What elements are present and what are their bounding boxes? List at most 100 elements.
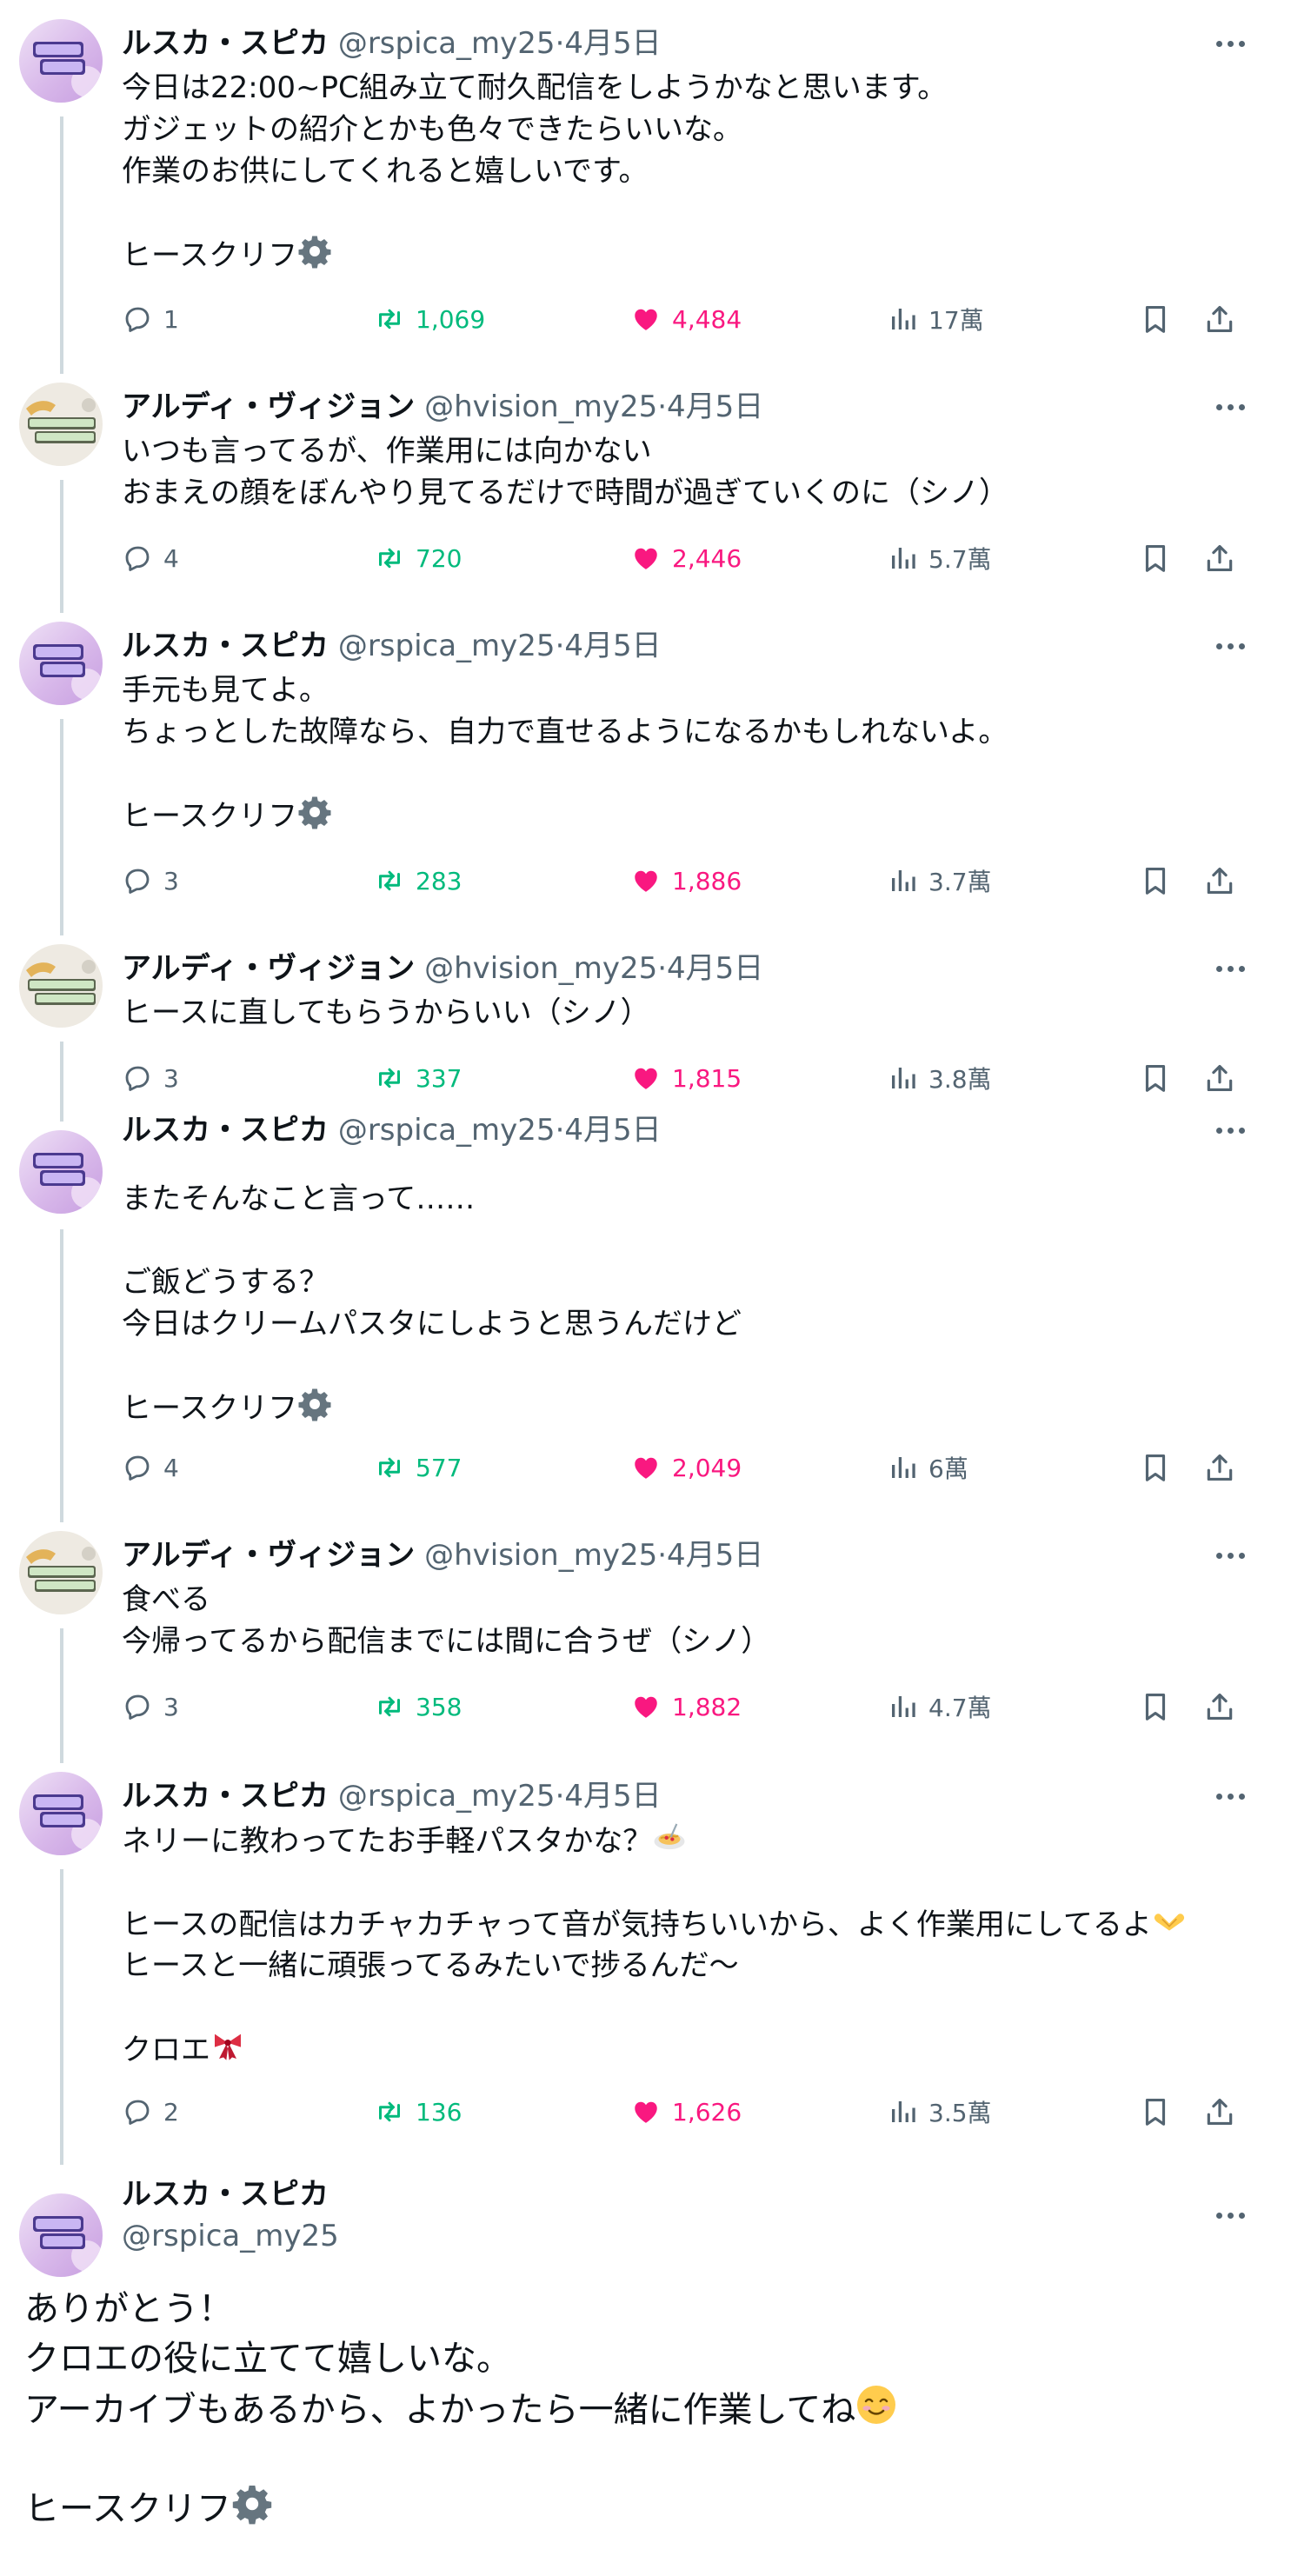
retweet-button[interactable]: 577 (374, 1447, 462, 1488)
views-button[interactable]: 6萬 (887, 1447, 968, 1488)
share-button[interactable] (1203, 298, 1236, 340)
bookmark-button[interactable] (1139, 537, 1172, 579)
reply-button[interactable]: 4 (122, 537, 179, 579)
avatar[interactable] (19, 1772, 103, 1855)
views-button[interactable]: 3.5萬 (887, 2091, 992, 2133)
reply-bubble-icon (122, 865, 153, 896)
retweet-button[interactable]: 283 (374, 860, 462, 902)
like-button[interactable]: 1,882 (630, 1686, 742, 1727)
more-dots-icon[interactable] (1209, 948, 1251, 989)
heart-icon (630, 1062, 662, 1094)
reply-button[interactable]: 1 (122, 298, 179, 340)
user-handle[interactable]: @rspica_my25 (338, 629, 556, 663)
more-dots-icon[interactable] (1209, 1534, 1251, 1576)
bookmark-icon (1139, 1451, 1172, 1484)
post-text-line: ガジェットの紹介とかも色々できたらいいな。 (122, 109, 1252, 150)
like-button[interactable]: 1,886 (630, 860, 742, 902)
views-button[interactable]: 4.7萬 (887, 1686, 992, 1727)
display-name[interactable]: アルディ・ヴィジョン (122, 389, 415, 424)
user-handle[interactable]: @rspica_my25 (338, 1113, 556, 1148)
bookmark-button[interactable] (1139, 1686, 1172, 1727)
bookmark-button[interactable] (1139, 1057, 1172, 1099)
post-date[interactable]: 4月5日 (564, 629, 661, 663)
user-handle[interactable]: @rspica_my25 (338, 26, 556, 61)
views-bar-icon (887, 2096, 918, 2127)
views-button[interactable]: 5.7萬 (887, 537, 992, 579)
reply-button[interactable]: 3 (122, 860, 179, 902)
retweet-count: 577 (416, 1453, 462, 1482)
reply-button[interactable]: 4 (122, 1447, 179, 1488)
retweet-button[interactable]: 1,069 (374, 298, 485, 340)
reply-count: 2 (163, 2097, 179, 2127)
post-date[interactable]: 4月5日 (667, 1538, 763, 1573)
post-text: 今日は22:00~PC組み立て耐久配信をしようかなと思います。 ガジェットの紹介と… (122, 67, 1252, 276)
reply-button[interactable]: 3 (122, 1057, 179, 1099)
post-date[interactable]: 4月5日 (667, 951, 763, 986)
views-button[interactable]: 3.7萬 (887, 860, 992, 902)
share-button[interactable] (1203, 537, 1236, 579)
bookmark-button[interactable] (1139, 860, 1172, 902)
user-handle[interactable]: @rspica_my25 (122, 2215, 339, 2257)
post-date[interactable]: 4月5日 (564, 1113, 661, 1148)
views-count: 3.8萬 (928, 1065, 992, 1094)
avatar[interactable] (19, 19, 103, 103)
smiling-face-emoji (855, 2384, 897, 2440)
reply-button[interactable]: 3 (122, 1686, 179, 1727)
reply-button[interactable]: 2 (122, 2091, 179, 2133)
avatar[interactable] (19, 2193, 103, 2277)
more-dots-icon[interactable] (1209, 1775, 1251, 1817)
display-name[interactable]: ルスカ・スピカ (122, 2173, 329, 2215)
display-name[interactable]: ルスカ・スピカ (122, 1113, 329, 1148)
views-button[interactable]: 17萬 (887, 298, 984, 340)
bookmark-button[interactable] (1139, 2091, 1172, 2133)
retweet-button[interactable]: 136 (374, 2091, 462, 2133)
more-dots-icon[interactable] (1209, 23, 1251, 64)
like-button[interactable]: 2,446 (630, 537, 742, 579)
share-button[interactable] (1203, 1447, 1236, 1488)
share-button[interactable] (1203, 1057, 1236, 1099)
separator-dot: · (657, 1538, 668, 1573)
post-action-bar: 1 1,069 4,484 17萬 (122, 298, 1252, 340)
post-date[interactable]: 4月5日 (564, 1779, 661, 1814)
avatar[interactable] (19, 383, 103, 466)
like-button[interactable]: 1,815 (630, 1057, 742, 1099)
display-name[interactable]: ルスカ・スピカ (122, 1779, 329, 1814)
avatar[interactable] (19, 622, 103, 705)
display-name[interactable]: ルスカ・スピカ (122, 26, 329, 61)
retweet-count: 136 (416, 2097, 462, 2127)
like-button[interactable]: 4,484 (630, 298, 742, 340)
reply-count: 3 (163, 1063, 179, 1093)
post-text: ありがとう！ クロエの役に立てて嬉しいな。 アーカイブもあるから、よかったら一緒に作… (24, 2285, 897, 2533)
post-date[interactable]: 4月5日 (667, 389, 763, 424)
retweet-button[interactable]: 720 (374, 537, 462, 579)
views-bar-icon (887, 1452, 918, 1483)
bookmark-button[interactable] (1139, 298, 1172, 340)
display-name[interactable]: ルスカ・スピカ (122, 629, 329, 663)
user-handle[interactable]: @hvision_my25 (424, 389, 657, 424)
more-dots-icon[interactable] (1209, 2194, 1251, 2236)
bookmark-button[interactable] (1139, 1447, 1172, 1488)
post-date[interactable]: 4月5日 (564, 26, 661, 61)
user-handle[interactable]: @hvision_my25 (424, 951, 657, 986)
retweet-button[interactable]: 337 (374, 1057, 462, 1099)
avatar[interactable] (19, 1130, 103, 1214)
like-button[interactable]: 2,049 (630, 1447, 742, 1488)
separator-dot: · (555, 629, 565, 663)
display-name[interactable]: アルディ・ヴィジョン (122, 951, 415, 986)
user-handle[interactable]: @rspica_my25 (338, 1779, 556, 1814)
avatar[interactable] (19, 944, 103, 1028)
post-text-content: ありがとう！ (24, 2289, 233, 2329)
views-button[interactable]: 3.8萬 (887, 1057, 992, 1099)
avatar[interactable] (19, 1531, 103, 1614)
display-name[interactable]: アルディ・ヴィジョン (122, 1538, 415, 1573)
user-handle[interactable]: @hvision_my25 (424, 1538, 657, 1573)
post-action-bar: 4 577 2,049 6萬 (122, 1447, 1252, 1488)
share-button[interactable] (1203, 2091, 1236, 2133)
like-button[interactable]: 1,626 (630, 2091, 742, 2133)
more-dots-icon[interactable] (1209, 386, 1251, 428)
share-button[interactable] (1203, 860, 1236, 902)
more-dots-icon[interactable] (1209, 1109, 1251, 1151)
share-button[interactable] (1203, 1686, 1236, 1727)
retweet-button[interactable]: 358 (374, 1686, 462, 1727)
more-dots-icon[interactable] (1209, 625, 1251, 667)
